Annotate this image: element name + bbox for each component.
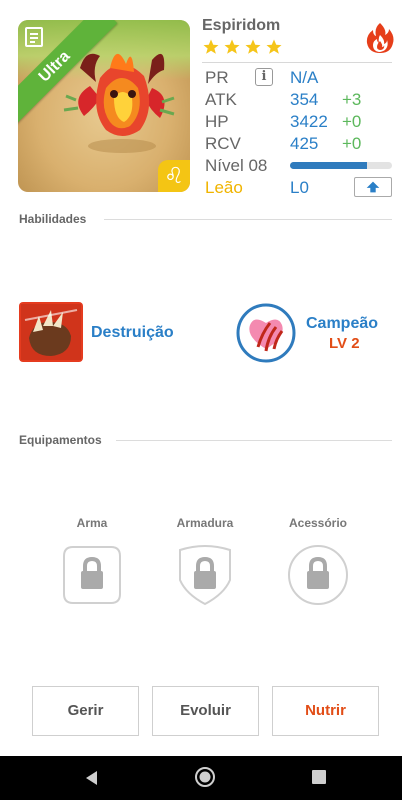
skills-divider <box>104 219 392 220</box>
home-icon[interactable] <box>194 766 216 788</box>
level-label: Nível 08 <box>205 156 268 175</box>
leader-skill-name[interactable]: Campeão <box>306 315 378 333</box>
equip-armor-label: Armadura <box>176 516 234 530</box>
equip-accessory-label: Acessório <box>288 516 348 530</box>
feed-button[interactable]: Nutrir <box>272 686 379 736</box>
zodiac-level-value: L0 <box>290 178 309 197</box>
active-skill-icon[interactable] <box>19 302 83 362</box>
equip-weapon-label: Arma <box>76 516 108 530</box>
zodiac-label: Leão <box>205 178 243 197</box>
header-divider <box>202 62 392 63</box>
equipment-divider <box>116 440 392 441</box>
equipment-section-title: Equipamentos <box>19 433 102 447</box>
active-skill-name[interactable]: Destruição <box>91 324 174 342</box>
equip-weapon-slot[interactable] <box>61 544 123 606</box>
stat-rcv-bonus: +0 <box>342 134 362 153</box>
back-icon[interactable] <box>82 768 102 788</box>
star-rating <box>202 38 283 56</box>
leader-skill-level: LV 2 <box>329 335 360 352</box>
level-progress-bar <box>290 162 392 169</box>
star-icon <box>203 39 219 54</box>
stat-rcv-value: 425 <box>290 134 319 153</box>
skills-section-title: Habilidades <box>19 212 87 226</box>
fire-icon <box>366 23 394 53</box>
recent-apps-icon[interactable] <box>312 770 326 784</box>
leader-skill-icon[interactable] <box>236 303 296 363</box>
stat-atk-bonus: +3 <box>342 90 362 109</box>
zodiac-leo-icon: ♌ <box>158 160 190 192</box>
stat-hp-value: 3422 <box>290 112 328 131</box>
star-icon <box>245 39 261 54</box>
memo-icon[interactable] <box>24 26 46 48</box>
monster-card[interactable]: Ultra ♌ <box>18 20 190 192</box>
level-progress-fill <box>290 162 367 169</box>
star-icon <box>266 39 282 54</box>
manage-button[interactable]: Gerir <box>32 686 139 736</box>
stat-pr-label: PR <box>205 68 229 87</box>
stat-atk-value: 354 <box>290 90 319 109</box>
stat-hp-bonus: +0 <box>342 112 362 131</box>
info-icon[interactable]: i <box>255 68 273 86</box>
star-icon <box>224 39 240 54</box>
stat-pr-value: N/A <box>290 68 319 87</box>
stat-hp-label: HP <box>205 112 229 131</box>
equip-armor-slot[interactable] <box>174 544 236 606</box>
stat-atk-label: ATK <box>205 90 237 109</box>
monster-name: Espiridom <box>202 17 281 34</box>
equip-accessory-slot[interactable] <box>287 544 349 606</box>
stat-rcv-label: RCV <box>205 134 241 153</box>
evolve-button[interactable]: Evoluir <box>152 686 259 736</box>
upgrade-arrow-icon[interactable] <box>354 177 392 197</box>
